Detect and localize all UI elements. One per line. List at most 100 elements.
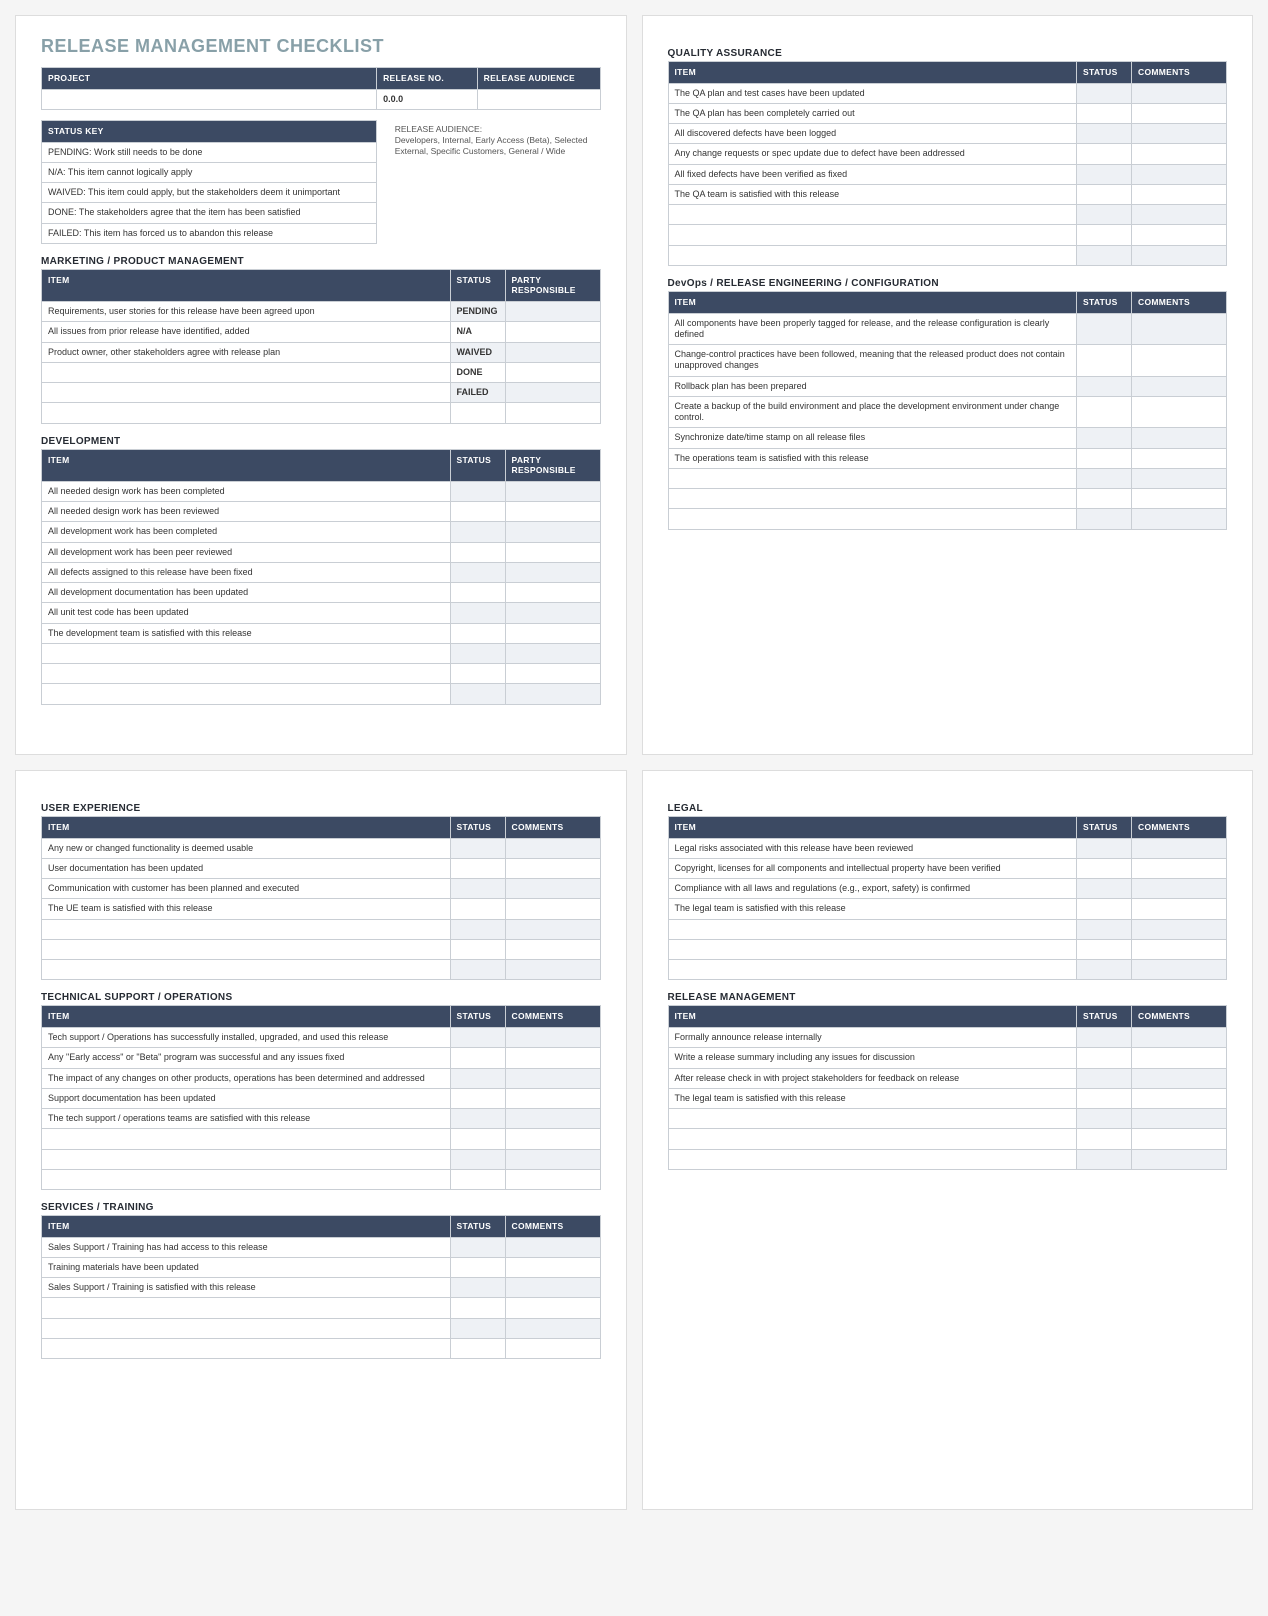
third-cell[interactable] bbox=[505, 362, 600, 382]
third-cell[interactable] bbox=[1132, 103, 1227, 123]
item-cell[interactable] bbox=[42, 403, 451, 423]
third-cell[interactable] bbox=[505, 1149, 600, 1169]
item-cell[interactable] bbox=[42, 1318, 451, 1338]
item-cell[interactable]: Create a backup of the build environment… bbox=[668, 396, 1077, 428]
item-cell[interactable]: Requirements, user stories for this rele… bbox=[42, 302, 451, 322]
status-cell[interactable] bbox=[1077, 939, 1132, 959]
third-cell[interactable] bbox=[505, 1237, 600, 1257]
status-cell[interactable] bbox=[1077, 124, 1132, 144]
third-cell[interactable] bbox=[505, 664, 600, 684]
third-cell[interactable] bbox=[1132, 164, 1227, 184]
item-cell[interactable]: All fixed defects have been verified as … bbox=[668, 164, 1077, 184]
status-cell[interactable] bbox=[1077, 960, 1132, 980]
item-cell[interactable]: All defects assigned to this release hav… bbox=[42, 562, 451, 582]
third-cell[interactable] bbox=[505, 1278, 600, 1298]
item-cell[interactable]: Sales Support / Training is satisfied wi… bbox=[42, 1278, 451, 1298]
status-cell[interactable] bbox=[450, 838, 505, 858]
status-cell[interactable] bbox=[1077, 428, 1132, 448]
third-cell[interactable] bbox=[505, 502, 600, 522]
item-cell[interactable]: After release check in with project stak… bbox=[668, 1068, 1077, 1088]
item-cell[interactable] bbox=[42, 919, 451, 939]
item-cell[interactable]: The tech support / operations teams are … bbox=[42, 1109, 451, 1129]
third-cell[interactable] bbox=[505, 522, 600, 542]
item-cell[interactable]: Communication with customer has been pla… bbox=[42, 879, 451, 899]
status-cell[interactable] bbox=[1077, 376, 1132, 396]
item-cell[interactable]: The development team is satisfied with t… bbox=[42, 623, 451, 643]
third-cell[interactable] bbox=[505, 684, 600, 704]
status-cell[interactable] bbox=[450, 481, 505, 501]
status-cell[interactable] bbox=[1077, 345, 1132, 377]
status-cell[interactable] bbox=[1077, 103, 1132, 123]
status-cell[interactable] bbox=[450, 664, 505, 684]
status-cell[interactable] bbox=[450, 542, 505, 562]
release-no-cell[interactable]: 0.0.0 bbox=[377, 89, 478, 109]
third-cell[interactable] bbox=[505, 1068, 600, 1088]
status-cell[interactable] bbox=[450, 1028, 505, 1048]
status-cell[interactable] bbox=[1077, 396, 1132, 428]
item-cell[interactable]: Synchronize date/time stamp on all relea… bbox=[668, 428, 1077, 448]
item-cell[interactable]: Change-control practices have been follo… bbox=[668, 345, 1077, 377]
item-cell[interactable] bbox=[668, 1129, 1077, 1149]
item-cell[interactable]: All unit test code has been updated bbox=[42, 603, 451, 623]
item-cell[interactable]: All development work has been completed bbox=[42, 522, 451, 542]
third-cell[interactable] bbox=[1132, 245, 1227, 265]
third-cell[interactable] bbox=[1132, 509, 1227, 529]
third-cell[interactable] bbox=[1132, 858, 1227, 878]
status-cell[interactable] bbox=[450, 1109, 505, 1129]
item-cell[interactable]: The QA team is satisfied with this relea… bbox=[668, 184, 1077, 204]
status-cell[interactable] bbox=[450, 1048, 505, 1068]
status-cell[interactable] bbox=[1077, 1088, 1132, 1108]
item-cell[interactable]: The legal team is satisfied with this re… bbox=[668, 1088, 1077, 1108]
status-cell[interactable] bbox=[450, 1257, 505, 1277]
third-cell[interactable] bbox=[1132, 184, 1227, 204]
status-cell[interactable] bbox=[1077, 489, 1132, 509]
third-cell[interactable] bbox=[1132, 939, 1227, 959]
third-cell[interactable] bbox=[1132, 960, 1227, 980]
third-cell[interactable] bbox=[1132, 1109, 1227, 1129]
item-cell[interactable]: Copyright, licenses for all components a… bbox=[668, 858, 1077, 878]
status-cell[interactable] bbox=[1077, 838, 1132, 858]
third-cell[interactable] bbox=[1132, 225, 1227, 245]
status-cell[interactable] bbox=[450, 643, 505, 663]
item-cell[interactable]: All discovered defects have been logged bbox=[668, 124, 1077, 144]
item-cell[interactable]: Legal risks associated with this release… bbox=[668, 838, 1077, 858]
status-cell[interactable] bbox=[450, 502, 505, 522]
third-cell[interactable] bbox=[1132, 468, 1227, 488]
third-cell[interactable] bbox=[1132, 899, 1227, 919]
item-cell[interactable] bbox=[42, 643, 451, 663]
third-cell[interactable] bbox=[505, 1298, 600, 1318]
status-cell[interactable] bbox=[1077, 245, 1132, 265]
third-cell[interactable] bbox=[505, 623, 600, 643]
item-cell[interactable] bbox=[42, 383, 451, 403]
item-cell[interactable] bbox=[668, 245, 1077, 265]
item-cell[interactable] bbox=[42, 664, 451, 684]
item-cell[interactable] bbox=[42, 362, 451, 382]
status-cell[interactable] bbox=[450, 623, 505, 643]
third-cell[interactable] bbox=[505, 322, 600, 342]
third-cell[interactable] bbox=[1132, 919, 1227, 939]
item-cell[interactable]: Training materials have been updated bbox=[42, 1257, 451, 1277]
item-cell[interactable] bbox=[42, 1338, 451, 1358]
third-cell[interactable] bbox=[1132, 448, 1227, 468]
third-cell[interactable] bbox=[1132, 879, 1227, 899]
third-cell[interactable] bbox=[505, 1109, 600, 1129]
status-cell[interactable] bbox=[450, 919, 505, 939]
item-cell[interactable]: The legal team is satisfied with this re… bbox=[668, 899, 1077, 919]
item-cell[interactable]: Any "Early access" or "Beta" program was… bbox=[42, 1048, 451, 1068]
third-cell[interactable] bbox=[505, 302, 600, 322]
third-cell[interactable] bbox=[505, 603, 600, 623]
item-cell[interactable] bbox=[668, 939, 1077, 959]
third-cell[interactable] bbox=[1132, 489, 1227, 509]
status-cell[interactable] bbox=[1077, 1109, 1132, 1129]
third-cell[interactable] bbox=[505, 1338, 600, 1358]
status-cell[interactable] bbox=[1077, 1028, 1132, 1048]
status-cell[interactable] bbox=[450, 603, 505, 623]
status-cell[interactable] bbox=[1077, 858, 1132, 878]
status-cell[interactable] bbox=[450, 1318, 505, 1338]
third-cell[interactable] bbox=[505, 1088, 600, 1108]
item-cell[interactable]: The operations team is satisfied with th… bbox=[668, 448, 1077, 468]
third-cell[interactable] bbox=[505, 1129, 600, 1149]
third-cell[interactable] bbox=[1132, 313, 1227, 345]
status-cell[interactable]: N/A bbox=[450, 322, 505, 342]
third-cell[interactable] bbox=[1132, 345, 1227, 377]
